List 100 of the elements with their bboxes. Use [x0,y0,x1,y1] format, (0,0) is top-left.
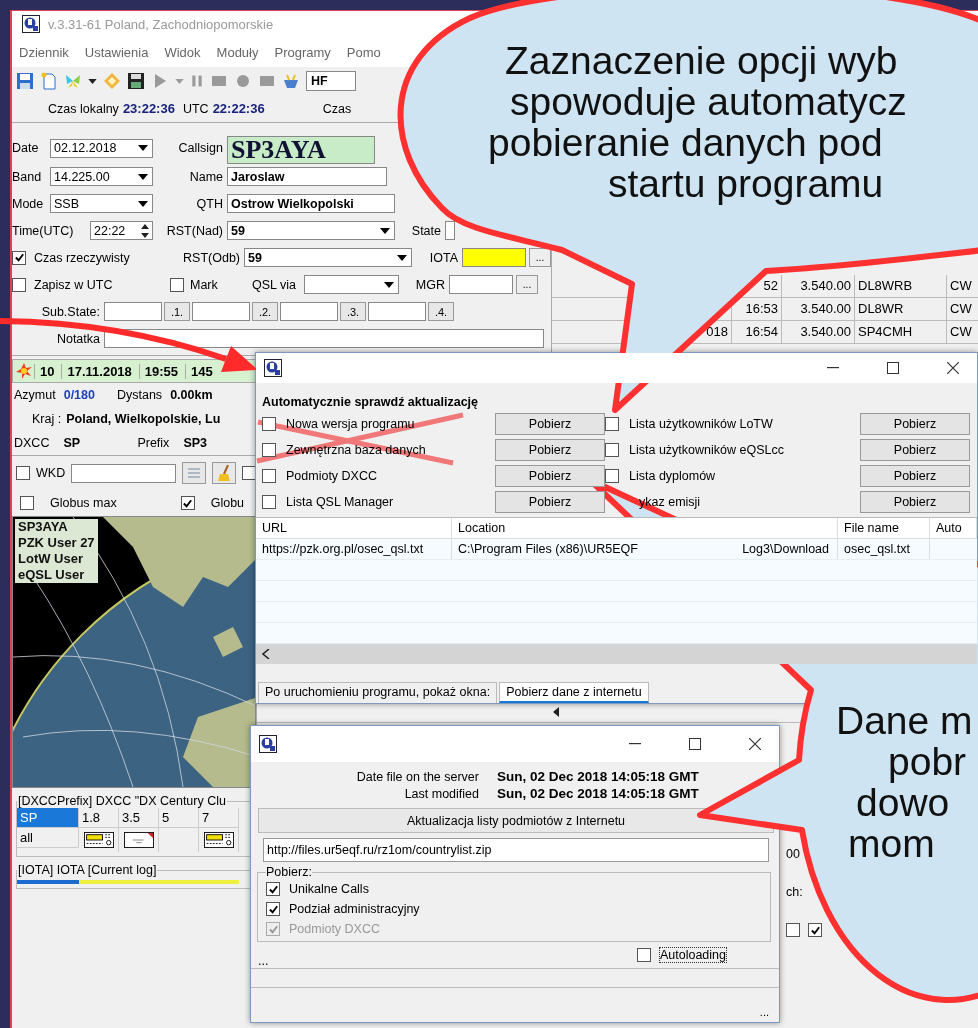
scroll-left-icon[interactable] [552,707,560,717]
minimize-icon[interactable] [629,743,641,745]
state-field[interactable] [445,221,455,240]
close-icon[interactable] [947,362,959,374]
broom-button[interactable] [212,462,236,484]
download-button[interactable]: Pobierz [495,465,605,487]
table-cell[interactable] [199,880,239,884]
iota-field[interactable] [462,248,526,267]
download-button[interactable]: Pobierz [495,491,605,513]
column-header[interactable]: File name [838,518,930,538]
table-cell[interactable] [17,880,79,884]
table-cell[interactable] [119,880,159,884]
checkbox[interactable] [605,417,619,431]
checkbox[interactable] [262,495,276,509]
qsl-via-dropdown[interactable] [304,275,399,294]
caret-icon [138,200,148,207]
date-dropdown[interactable]: 02.12.2018 [50,138,153,158]
more-button[interactable]: ... [516,275,538,294]
checkbox-label: ykaz emisji [639,495,701,509]
checkbox[interactable] [180,496,195,510]
field-label: Band [12,169,43,184]
table-cell: DL8WR [855,298,947,320]
sub-state-button[interactable]: .2. [252,302,278,321]
checkbox[interactable] [808,923,822,937]
status-text: ... [759,1006,769,1018]
time-spinner[interactable]: 22:22 [90,221,153,240]
tab[interactable]: Po uruchomieniu programu, pokaż okna: [258,682,498,703]
menu-item[interactable]: Programy [274,44,331,60]
download-button[interactable]: Pobierz [860,413,970,435]
menu-item[interactable]: Ustawienia [84,44,149,60]
column-header[interactable]: URL [256,518,452,538]
sub-state-button[interactable]: .3. [340,302,366,321]
checkbox[interactable] [786,923,800,937]
checkbox-label: Zewnętrzna baza danych [286,443,426,457]
column-header[interactable]: Auto [930,518,977,538]
band-dropdown[interactable]: 14.225.00 [50,167,153,186]
sub-state-field[interactable] [192,302,250,321]
more-button[interactable]: ... [529,248,551,267]
scroll-left-icon[interactable] [262,649,270,659]
close-icon[interactable] [749,738,761,750]
update-list-button[interactable]: Aktualizacja listy podmiotów z Internetu [258,808,774,833]
table-cell: osec_qsl.txt [838,539,930,559]
checkbox[interactable] [12,250,26,265]
qth-field[interactable]: Ostrow Wielkopolski [227,194,395,213]
download-button[interactable]: Pobierz [860,465,970,487]
scrollbar[interactable] [256,644,977,664]
column-header[interactable]: Location [452,518,838,538]
checkbox[interactable] [605,469,619,483]
note-field[interactable] [104,329,544,348]
checkbox[interactable] [266,902,280,916]
download-button[interactable]: Pobierz [495,439,605,461]
table-cell[interactable] [159,880,199,884]
checkbox[interactable] [170,277,184,292]
download-button[interactable]: Pobierz [860,491,970,513]
sub-state-button[interactable]: .4. [428,302,454,321]
cell-value: 00 [786,847,800,861]
download-button[interactable]: Pobierz [860,439,970,461]
checkbox[interactable] [605,443,619,457]
checkbox[interactable] [16,466,30,480]
callsign-field[interactable]: SP3AYA [227,136,375,164]
tab[interactable]: Pobierz dane z internetu [499,682,649,703]
menu-item[interactable]: Pomo [346,44,381,60]
rst-received-dropdown[interactable]: 59 [244,248,412,267]
checkbox[interactable] [262,443,276,457]
rst-sent-dropdown[interactable]: 59 [227,221,395,240]
sub-state-button[interactable]: .1. [164,302,190,321]
table-cell[interactable] [79,880,119,884]
record-icon[interactable] [234,72,252,90]
checkbox-label: Podmioty DXCC [289,922,380,936]
minimize-icon[interactable] [827,367,839,369]
floppy-icon[interactable] [127,72,145,90]
checkbox[interactable] [20,496,34,510]
new-document-icon[interactable] [40,72,58,90]
checkbox[interactable] [266,882,280,896]
checkbox[interactable] [636,948,651,962]
checkbox[interactable] [12,277,26,292]
sub-state-field[interactable] [104,302,162,321]
name-field[interactable]: Jaroslaw [227,167,387,186]
list-button[interactable] [182,462,206,484]
sub-state-field[interactable] [368,302,426,321]
menu-item[interactable]: Moduły [216,44,259,60]
table-cell-text: CW [949,277,973,295]
mode-dropdown[interactable]: SSB [50,194,153,213]
bowl-icon[interactable] [282,72,300,90]
checkbox[interactable] [262,469,276,483]
caret-icon[interactable] [88,78,97,84]
url-field[interactable]: http://files.ur5eqf.ru/rz1om/countrylist.zip [263,838,769,862]
sub-state-field[interactable] [280,302,338,321]
maximize-icon[interactable] [887,362,899,374]
menu-item[interactable]: Widok [164,44,201,60]
profile-dropdown[interactable]: HF [306,71,356,91]
checkbox-label: WKD [36,466,66,480]
mgr-field[interactable] [449,275,513,294]
checkbox[interactable] [262,417,276,431]
maximize-icon[interactable] [689,738,701,750]
wkd-field[interactable] [71,463,177,483]
menu-item[interactable]: Dziennik [19,44,69,60]
download-button[interactable]: Pobierz [495,413,605,435]
save-icon[interactable] [16,72,34,90]
checkbox[interactable] [242,466,256,480]
